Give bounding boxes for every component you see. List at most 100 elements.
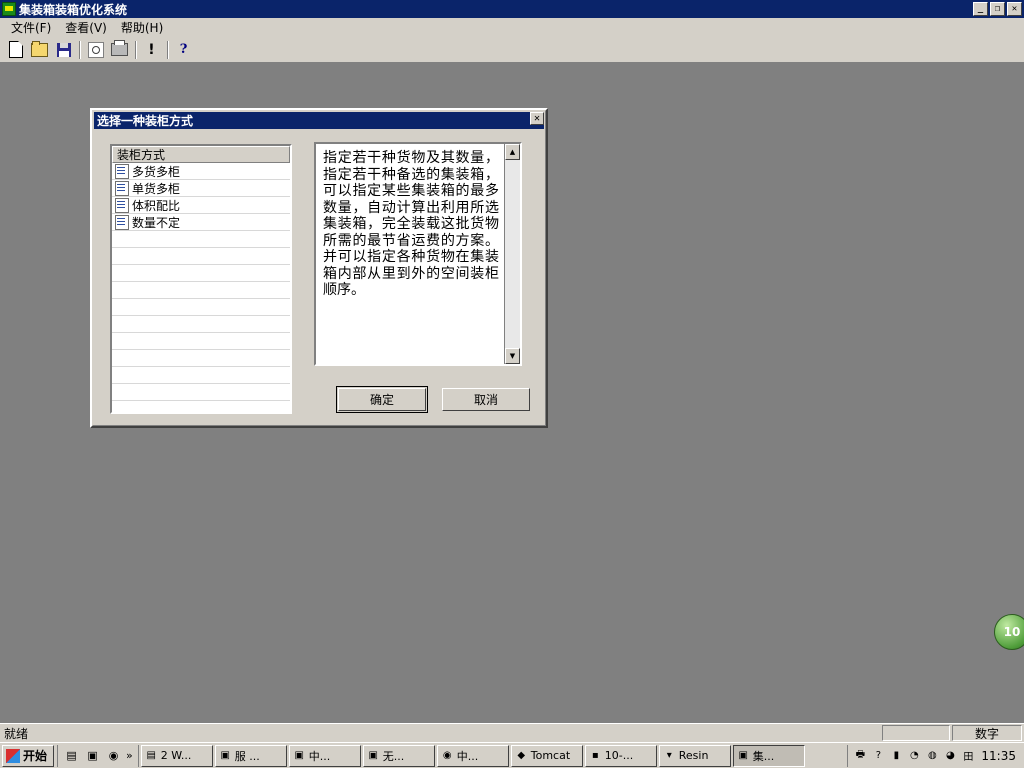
task-label: 10-... (605, 749, 633, 762)
task-label: 2 W... (161, 749, 192, 762)
ok-button[interactable]: 确定 (338, 388, 426, 411)
list-item[interactable]: 体积配比 (112, 197, 290, 214)
status-pane-num: 数字 (952, 725, 1022, 741)
save-button[interactable] (52, 39, 75, 61)
statusbar: 就绪 数字 (0, 723, 1024, 742)
status-pane-blank (882, 725, 950, 741)
task-container-app[interactable]: ▣ 集... (733, 745, 805, 767)
list-column-header-label: 装柜方式 (117, 146, 165, 163)
tray-volume-icon[interactable]: ◕ (942, 748, 958, 764)
task-label: Tomcat (531, 749, 570, 762)
packing-method-list[interactable]: 装柜方式 多货多柜 单货多柜 体积配比 数量不定 (110, 144, 292, 414)
scroll-down-button[interactable]: ▼ (505, 348, 520, 364)
list-item-empty (112, 248, 290, 265)
task-service[interactable]: ▣ 服 ... (215, 745, 287, 767)
window-icon: ▣ (219, 749, 232, 762)
list-item-label: 多货多柜 (132, 163, 180, 180)
list-item-empty (112, 265, 290, 282)
task-tomcat[interactable]: ◆ Tomcat (511, 745, 583, 767)
print-preview-icon (88, 42, 104, 58)
window-titlebar: 集装箱装箱优化系统 _ ❐ ✕ (0, 0, 1024, 18)
task-resin[interactable]: ▾ Resin (659, 745, 731, 767)
list-item-icon (115, 164, 129, 179)
resin-icon: ▾ (663, 749, 676, 762)
console-icon: ▪ (589, 749, 602, 762)
cancel-button[interactable]: 取消 (442, 388, 530, 411)
list-item-empty (112, 401, 290, 414)
list-item[interactable]: 单货多柜 (112, 180, 290, 197)
list-item-empty (112, 333, 290, 350)
taskbar: 开始 ▤ ▣ ◉ » ▤ 2 W... ▣ 服 ... ▣ 中... ▣ 无..… (0, 742, 1024, 768)
dialog-title: 选择一种装柜方式 (97, 112, 193, 129)
list-item-empty (112, 316, 290, 333)
toolbar-separator-2 (135, 41, 137, 59)
print-preview-button[interactable] (84, 39, 107, 61)
list-item-label: 体积配比 (132, 197, 180, 214)
task-label: 集... (753, 748, 775, 764)
tray-network-icon[interactable]: ▮ (888, 748, 904, 764)
help-button[interactable]: ? (172, 39, 195, 61)
tomcat-icon: ◆ (515, 749, 528, 762)
task-label: 无... (383, 748, 405, 764)
tray-help-icon[interactable]: ? (870, 748, 886, 764)
description-scrollbar[interactable]: ▲ ▼ (504, 144, 520, 364)
list-column-header[interactable]: 装柜方式 (112, 146, 290, 163)
close-button[interactable]: ✕ (1007, 2, 1022, 16)
list-item-empty (112, 384, 290, 401)
toolbar-separator-1 (79, 41, 81, 59)
new-document-icon (9, 41, 23, 58)
tray-printer-icon[interactable]: 🖶 (852, 748, 868, 764)
printer-icon (111, 43, 128, 56)
scroll-up-button[interactable]: ▲ (505, 144, 520, 160)
menubar: 文件(F) 查看(V) 帮助(H) (0, 18, 1024, 37)
menu-file[interactable]: 文件(F) (4, 17, 58, 38)
list-item[interactable]: 多货多柜 (112, 163, 290, 180)
window-controls: _ ❐ ✕ (973, 2, 1022, 16)
tray-ime-icon[interactable]: 田 (960, 748, 976, 764)
toolbar-separator-3 (167, 41, 169, 59)
new-button[interactable] (4, 39, 27, 61)
tray-shield-icon[interactable]: ◍ (924, 748, 940, 764)
list-item-label: 单货多柜 (132, 180, 180, 197)
run-button[interactable]: ! (140, 39, 163, 61)
tray-messenger-icon[interactable]: ◔ (906, 748, 922, 764)
start-button[interactable]: 开始 (2, 745, 54, 767)
start-button-label: 开始 (23, 747, 47, 764)
open-button[interactable] (28, 39, 51, 61)
app-box-icon (2, 2, 16, 16)
exclamation-icon: ! (148, 43, 154, 57)
print-button[interactable] (108, 39, 131, 61)
task-console[interactable]: ▪ 10-... (585, 745, 657, 767)
list-item-empty (112, 299, 290, 316)
window-icon: ▣ (293, 749, 306, 762)
menu-view[interactable]: 查看(V) (58, 17, 114, 38)
ql-browser-icon[interactable]: ◉ (105, 747, 122, 764)
ql-more-icon[interactable]: » (124, 749, 135, 762)
status-message: 就绪 (0, 725, 882, 742)
window-icon: ▣ (367, 749, 380, 762)
task-chinese-1[interactable]: ▣ 中... (289, 745, 361, 767)
list-item-icon (115, 215, 129, 230)
task-browser[interactable]: ◉ 中... (437, 745, 509, 767)
browser-icon: ◉ (441, 749, 454, 762)
ql-media-icon[interactable]: ▣ (84, 747, 101, 764)
list-item[interactable]: 数量不定 (112, 214, 290, 231)
list-item-empty (112, 231, 290, 248)
window-title: 集装箱装箱优化系统 (19, 1, 127, 18)
toolbar: ! ? (0, 37, 1024, 63)
scroll-track[interactable] (505, 160, 520, 348)
taskbar-clock[interactable]: 11:35 (977, 749, 1021, 763)
task-label: 服 ... (235, 748, 260, 764)
dialog-close-button[interactable]: ✕ (530, 112, 544, 125)
ql-show-desktop-icon[interactable]: ▤ (63, 747, 80, 764)
menu-help[interactable]: 帮助(H) (114, 17, 170, 38)
task-label: 中... (457, 748, 479, 764)
windows-flag-icon (6, 749, 20, 763)
task-explorer-windows[interactable]: ▤ 2 W... (141, 745, 213, 767)
floating-badge[interactable]: 10 (994, 614, 1024, 650)
list-item-icon (115, 198, 129, 213)
minimize-button[interactable]: _ (973, 2, 988, 16)
app-box-icon: ▣ (737, 749, 750, 762)
maximize-button[interactable]: ❐ (990, 2, 1005, 16)
task-wu[interactable]: ▣ 无... (363, 745, 435, 767)
